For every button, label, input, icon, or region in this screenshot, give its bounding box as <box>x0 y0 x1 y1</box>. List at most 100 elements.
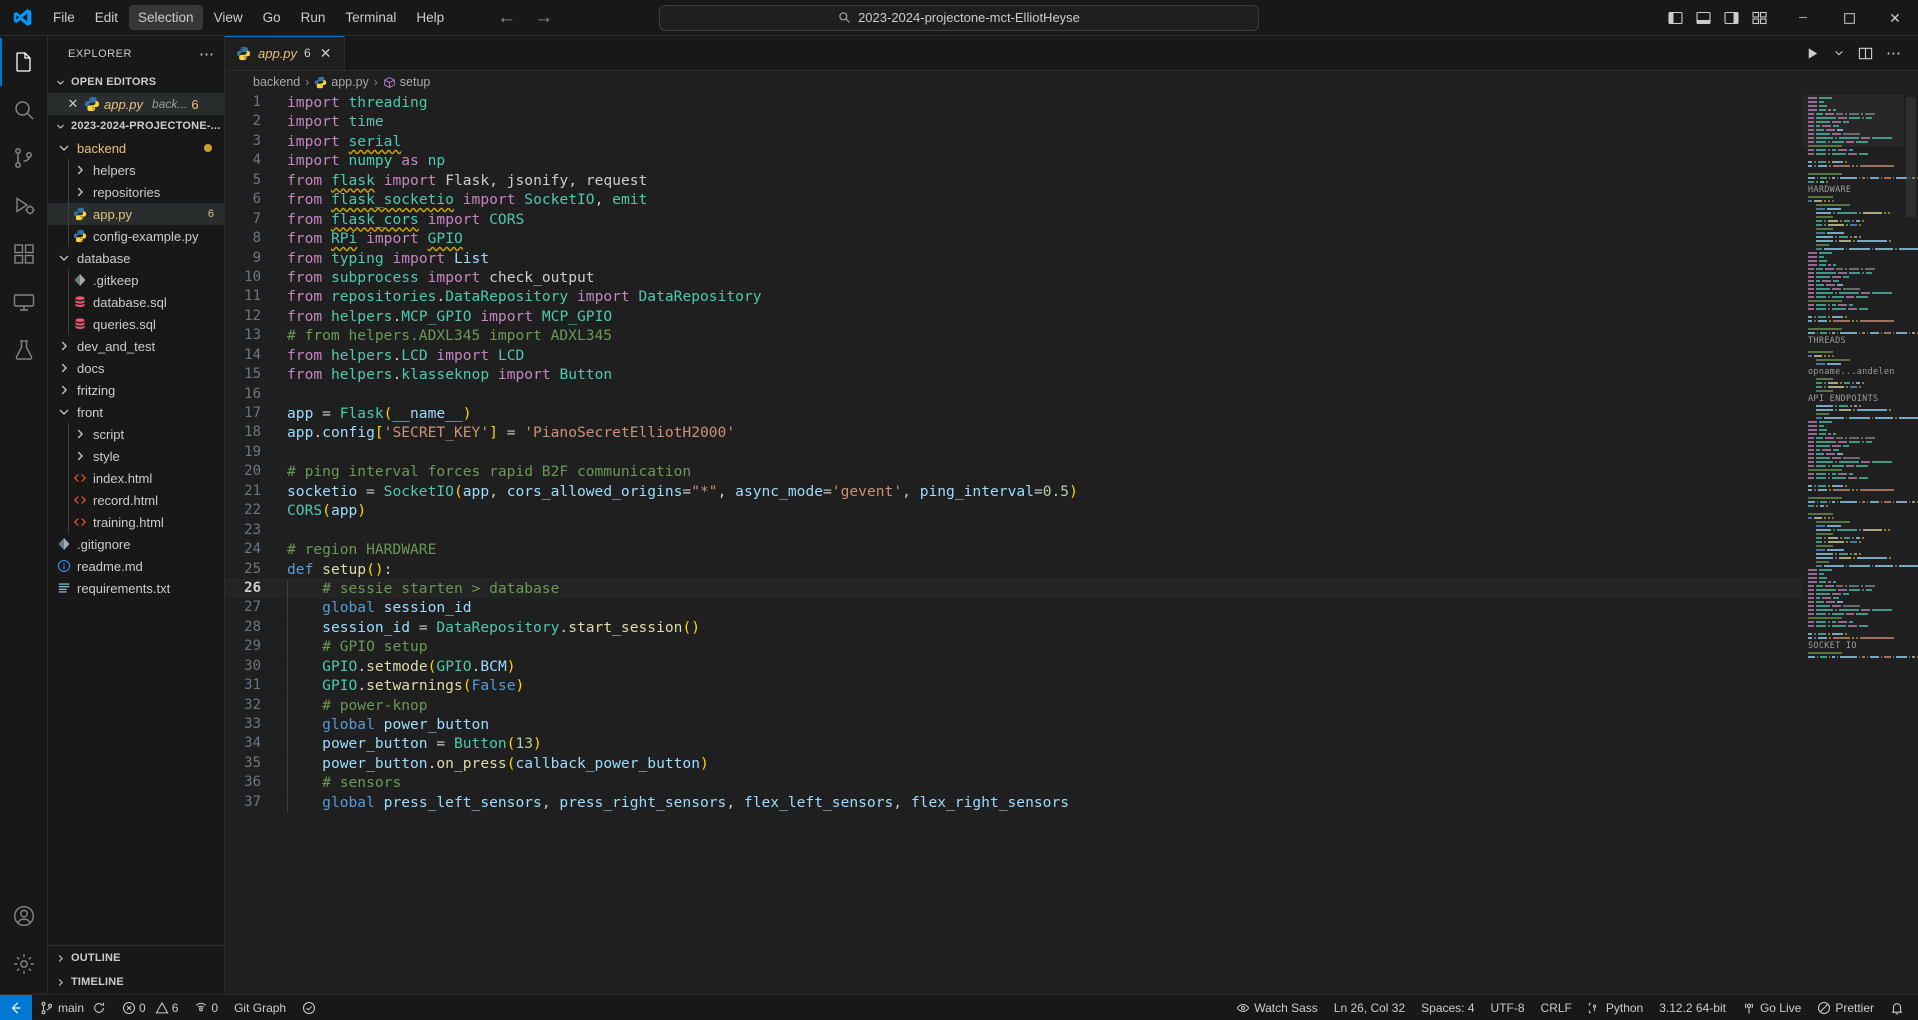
code-line[interactable]: 18 app.config['SECRET_KEY'] = 'PianoSecre… <box>225 423 1802 442</box>
code-line[interactable]: 5 from flask import Flask, jsonify, reque… <box>225 171 1802 190</box>
status-branch[interactable]: main <box>32 995 114 1020</box>
code-line[interactable]: 1 import threading <box>225 93 1802 112</box>
chevron-right-icon[interactable] <box>56 338 72 354</box>
status-remote-indicator[interactable] <box>0 994 32 1020</box>
activity-item-source-control[interactable] <box>0 134 48 182</box>
tree-folder-helpers[interactable]: helpers <box>48 159 224 181</box>
code-line[interactable]: 13 # from helpers.ADXL345 import ADXL345 <box>225 326 1802 345</box>
more-actions-icon[interactable]: ⋯ <box>1886 44 1902 62</box>
code-line[interactable]: 24 # region HARDWARE <box>225 540 1802 559</box>
code-line[interactable]: 16 <box>225 385 1802 404</box>
status-encoding[interactable]: UTF-8 <box>1483 995 1533 1020</box>
breadcrumb-item-symbol[interactable]: setup <box>383 75 430 89</box>
status-go-live[interactable]: Go Live <box>1734 995 1809 1020</box>
code-line[interactable]: 2 import time <box>225 112 1802 131</box>
status-python-interpreter[interactable]: 3.12.2 64-bit <box>1651 995 1734 1020</box>
run-python-file-icon[interactable] <box>1805 46 1820 61</box>
tree-folder-backend[interactable]: backend <box>48 137 224 159</box>
open-editor-item[interactable]: ✕ app.py back... 6 <box>48 93 224 115</box>
code-line[interactable]: 28 session_id = DataRepository.start_ses… <box>225 617 1802 637</box>
status-watch-sass[interactable]: Watch Sass <box>1228 995 1326 1020</box>
chevron-right-icon[interactable] <box>72 162 88 178</box>
menu-item-terminal[interactable]: Terminal <box>336 5 405 30</box>
tree-file-.gitignore[interactable]: .gitignore <box>48 533 224 555</box>
code-line[interactable]: 23 <box>225 521 1802 540</box>
status-indentation[interactable]: Spaces: 4 <box>1413 995 1482 1020</box>
tree-file-queries.sql[interactable]: queries.sql <box>48 313 224 335</box>
activity-item-accounts[interactable] <box>0 892 48 940</box>
open-editors-header[interactable]: OPEN EDITORS <box>48 71 224 93</box>
more-actions-icon[interactable]: ⋯ <box>199 45 215 63</box>
tree-file-app.py[interactable]: app.py 6 <box>48 203 224 225</box>
code-line[interactable]: 9 from typing import List <box>225 249 1802 268</box>
status-git-graph[interactable]: Git Graph <box>226 995 294 1020</box>
code-line[interactable]: 27 global session_id <box>225 598 1802 618</box>
tree-folder-fritzing[interactable]: fritzing <box>48 379 224 401</box>
code-content[interactable]: 1 import threading 2 import time 3 import ser… <box>225 93 1802 812</box>
code-viewport[interactable]: 1 import threading 2 import time 3 import ser… <box>225 93 1802 994</box>
tree-folder-front[interactable]: front <box>48 401 224 423</box>
activity-item-manage[interactable] <box>0 940 48 988</box>
code-line[interactable]: 25 def setup(): <box>225 560 1802 579</box>
arrow-right-icon[interactable]: → <box>534 8 553 27</box>
timeline-section-header[interactable]: TIMELINE <box>48 970 224 994</box>
status-prettier[interactable]: Prettier <box>1809 995 1882 1020</box>
code-line[interactable]: 22 CORS(app) <box>225 501 1802 520</box>
code-line[interactable]: 17 app = Flask(__name__) <box>225 404 1802 423</box>
activity-item-testing[interactable] <box>0 326 48 374</box>
chevron-down-icon[interactable] <box>56 250 72 266</box>
code-line[interactable]: 33 global power_button <box>225 715 1802 734</box>
code-line[interactable]: 26 # sessie starten > database <box>225 578 1802 599</box>
code-line[interactable]: 15 from helpers.klasseknop import Button <box>225 365 1802 384</box>
tree-folder-style[interactable]: style <box>48 445 224 467</box>
code-line[interactable]: 8 from RPi import GPIO <box>225 229 1802 248</box>
close-icon[interactable]: ✕ <box>66 96 80 112</box>
code-line[interactable]: 6 from flask_socketio import SocketIO, em… <box>225 190 1802 209</box>
tree-folder-script[interactable]: script <box>48 423 224 445</box>
breadcrumb-item-folder[interactable]: backend <box>253 75 300 89</box>
tree-folder-database[interactable]: database <box>48 247 224 269</box>
status-check[interactable] <box>294 995 324 1020</box>
tree-file-readme.md[interactable]: readme.md <box>48 555 224 577</box>
toggle-primary-sidebar-icon[interactable] <box>1667 10 1684 26</box>
status-problems[interactable]: 0 6 <box>114 995 186 1020</box>
code-line[interactable]: 36 # sensors <box>225 773 1802 793</box>
code-line[interactable]: 7 from flask_cors import CORS <box>225 210 1802 229</box>
status-ports[interactable]: 0 <box>186 995 226 1020</box>
menu-item-go[interactable]: Go <box>254 5 290 30</box>
chevron-right-icon[interactable] <box>56 360 72 376</box>
project-root-header[interactable]: 2023-2024-PROJECTONE-... <box>48 115 224 137</box>
activity-item-explorer[interactable] <box>0 38 48 86</box>
code-line[interactable]: 19 <box>225 443 1802 462</box>
code-line[interactable]: 14 from helpers.LCD import LCD <box>225 346 1802 365</box>
tree-file-config-example.py[interactable]: config-example.py <box>48 225 224 247</box>
tree-folder-dev_and_test[interactable]: dev_and_test <box>48 335 224 357</box>
code-line[interactable]: 31 GPIO.setwarnings(False) <box>225 676 1802 696</box>
menu-item-edit[interactable]: Edit <box>86 5 127 30</box>
activity-item-remote-explorer[interactable] <box>0 278 48 326</box>
command-center[interactable]: 2023-2024-projectone-mct-ElliotHeyse <box>659 4 1259 31</box>
code-line[interactable]: 29 # GPIO setup <box>225 637 1802 657</box>
minimap[interactable]: HARDWARE THREADS opname...andelen API ENDPO… <box>1802 93 1918 994</box>
split-editor-icon[interactable] <box>1858 46 1873 61</box>
sync-icon[interactable] <box>92 1001 106 1015</box>
tree-file-index.html[interactable]: index.html <box>48 467 224 489</box>
toggle-panel-icon[interactable] <box>1695 10 1712 26</box>
code-line[interactable]: 34 power_button = Button(13) <box>225 734 1802 754</box>
chevron-right-icon[interactable] <box>72 184 88 200</box>
tab-app-py[interactable]: app.py 6 ✕ <box>225 36 345 70</box>
code-line[interactable]: 4 import numpy as np <box>225 151 1802 170</box>
code-line[interactable]: 12 from helpers.MCP_GPIO import MCP_GPIO <box>225 307 1802 326</box>
close-button[interactable]: ✕ <box>1872 0 1918 36</box>
code-line[interactable]: 11 from repositories.DataRepository impor… <box>225 287 1802 306</box>
scrollbar-thumb[interactable] <box>1906 97 1916 217</box>
minimize-button[interactable]: ─ <box>1780 0 1826 36</box>
menu-item-selection[interactable]: Selection <box>129 5 203 30</box>
code-line[interactable]: 32 # power-knop <box>225 695 1802 715</box>
chevron-down-icon[interactable] <box>56 404 72 420</box>
status-eol[interactable]: CRLF <box>1533 995 1580 1020</box>
activity-item-run-and-debug[interactable] <box>0 182 48 230</box>
code-line[interactable]: 21 socketio = SocketIO(app, cors_allowed_… <box>225 482 1802 501</box>
chevron-down-icon[interactable] <box>1833 47 1845 59</box>
outline-section-header[interactable]: OUTLINE <box>48 946 224 970</box>
